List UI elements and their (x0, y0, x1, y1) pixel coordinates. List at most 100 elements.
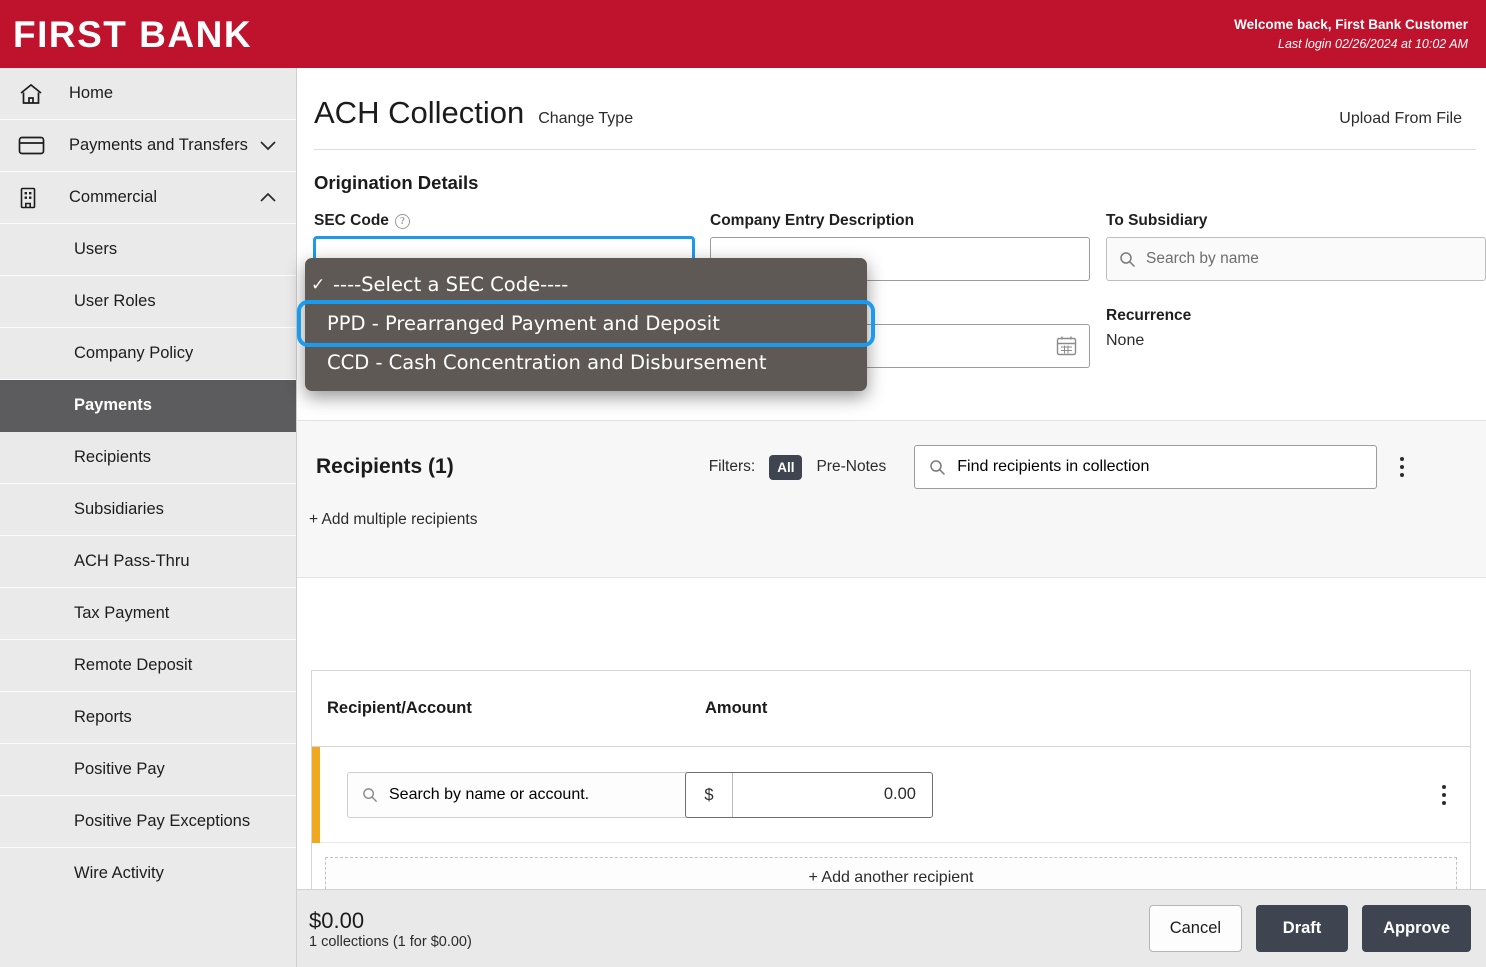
sec-code-option-placeholder[interactable]: ✓ ----Select a SEC Code---- (305, 265, 867, 304)
recipient-cell: Search by name or account. (312, 771, 689, 818)
sidebar-footer-spacer (0, 889, 297, 967)
collections-summary: 1 collections (1 for $0.00) (309, 934, 472, 951)
amount-cell: $ 0.00 (685, 771, 1085, 818)
page-header: ACH Collection Change Type Upload From F… (297, 68, 1486, 131)
bank-logo[interactable]: FIRST BANK (0, 16, 252, 53)
sidebar-item-recipients[interactable]: Recipients (0, 432, 296, 484)
sidebar-item-commercial[interactable]: Commercial (0, 172, 296, 224)
sidebar-item-remote-deposit-label: Remote Deposit (74, 656, 193, 674)
filter-prenotes[interactable]: Pre-Notes (816, 458, 886, 476)
sec-code-option-ppd[interactable]: PPD - Prearranged Payment and Deposit (297, 300, 875, 347)
search-icon (1119, 251, 1136, 268)
sidebar-item-user-roles-label: User Roles (74, 292, 156, 310)
cancel-button[interactable]: Cancel (1148, 905, 1243, 952)
sidebar-item-commercial-label: Commercial (69, 188, 158, 206)
upload-from-file-link[interactable]: Upload From File (1339, 110, 1462, 128)
currency-symbol: $ (686, 772, 733, 817)
sidebar-item-positive-pay-label: Positive Pay (74, 760, 165, 778)
recipients-overflow-menu-icon[interactable] (1396, 453, 1408, 481)
column-header-amount: Amount (705, 699, 768, 717)
row-overflow-menu-icon[interactable] (1438, 781, 1450, 809)
recurrence-value: None (1106, 332, 1145, 349)
sidebar-item-payments-label: Payments (74, 396, 152, 414)
to-subsidiary-placeholder: Search by name (1146, 250, 1259, 267)
sec-code-dropdown-popup[interactable]: ✓ ----Select a SEC Code---- PPD - Prearr… (297, 258, 875, 391)
main-content: ACH Collection Change Type Upload From F… (297, 68, 1486, 967)
sidebar-item-recipients-label: Recipients (74, 448, 152, 466)
find-recipients-placeholder: Find recipients in collection (957, 458, 1150, 475)
sidebar-item-wire-activity-label: Wire Activity (74, 864, 164, 882)
building-icon (18, 186, 54, 210)
sidebar-item-subsidiaries-label: Subsidiaries (74, 500, 164, 518)
sec-code-option-placeholder-label: ----Select a SEC Code---- (333, 273, 569, 296)
recipients-toolbar-row: Recipients (1) Filters: All Pre-Notes Fi… (297, 421, 1486, 489)
top-brand-bar: FIRST BANK Welcome back, First Bank Cust… (0, 0, 1486, 68)
sidebar-item-users[interactable]: Users (0, 224, 296, 276)
last-login-text: Last login 02/26/2024 at 10:02 AM (1278, 36, 1468, 51)
sidebar-item-reports-label: Reports (74, 708, 132, 726)
sidebar-item-tax-payment-label: Tax Payment (74, 604, 170, 622)
sidebar-item-user-roles[interactable]: User Roles (0, 276, 296, 328)
approve-button[interactable]: Approve (1362, 905, 1471, 952)
sidebar-item-ach-pass-thru[interactable]: ACH Pass-Thru (0, 536, 296, 588)
footer-buttons: Cancel Draft Approve (1148, 905, 1486, 952)
sidebar-nav: Home Payments and Transfers Commercial U… (0, 68, 297, 967)
application-window: FIRST BANK Welcome back, First Bank Cust… (0, 0, 1486, 967)
to-subsidiary-search[interactable]: Search by name (1106, 237, 1486, 281)
to-subsidiary-label: To Subsidiary (1106, 212, 1208, 229)
sec-code-label-text: SEC Code (314, 212, 389, 229)
page-title: ACH Collection (314, 95, 525, 130)
sec-code-label: SEC Code ? (314, 212, 694, 230)
find-recipients-input[interactable]: Find recipients in collection (914, 445, 1378, 489)
filter-all-chip[interactable]: All (769, 454, 803, 480)
sec-code-option-ccd-label: CCD - Cash Concentration and Disbursemen… (327, 351, 767, 374)
draft-button[interactable]: Draft (1256, 905, 1349, 952)
sidebar-item-positive-pay-exceptions[interactable]: Positive Pay Exceptions (0, 796, 296, 848)
calendar-icon[interactable] (1056, 335, 1077, 357)
recipients-toolbar: Recipients (1) Filters: All Pre-Notes Fi… (297, 420, 1486, 578)
chevron-up-icon[interactable] (260, 192, 296, 203)
chevron-down-icon[interactable] (260, 140, 296, 151)
checkmark-icon: ✓ (311, 274, 326, 295)
recipient-search-input[interactable]: Search by name or account. (347, 771, 689, 818)
action-footer: $0.00 1 collections (1 for $0.00) Cancel… (297, 889, 1486, 967)
sidebar-item-subsidiaries[interactable]: Subsidiaries (0, 484, 296, 536)
amount-value: 0.00 (883, 785, 916, 803)
sidebar-item-payments-and-transfers-label: Payments and Transfers (69, 136, 248, 154)
sidebar-item-company-policy[interactable]: Company Policy (0, 328, 296, 380)
search-icon (929, 459, 946, 476)
total-amount: $0.00 (309, 907, 365, 933)
sidebar-item-home[interactable]: Home (0, 68, 296, 120)
amount-input[interactable]: $ 0.00 (685, 771, 933, 818)
sidebar-item-users-label: Users (74, 240, 118, 258)
help-icon[interactable]: ? (394, 213, 410, 229)
table-row: Search by name or account. $ 0.00 (312, 747, 1470, 843)
sec-code-option-ppd-label: PPD - Prearranged Payment and Deposit (327, 312, 720, 335)
sidebar-item-home-label: Home (69, 84, 114, 102)
sidebar-item-company-policy-label: Company Policy (74, 344, 194, 362)
sidebar-item-positive-pay-exceptions-label: Positive Pay Exceptions (74, 812, 251, 830)
welcome-block: Welcome back, First Bank Customer Last l… (1234, 15, 1486, 53)
subsidiary-column: To Subsidiary Search by name Recurrence … (1106, 212, 1486, 368)
sidebar-item-payments-and-transfers[interactable]: Payments and Transfers (0, 120, 296, 172)
sidebar-item-tax-payment[interactable]: Tax Payment (0, 588, 296, 640)
recurrence-label: Recurrence (1106, 307, 1192, 324)
welcome-message: Welcome back, First Bank Customer (1234, 17, 1468, 33)
filters-label: Filters: (708, 458, 756, 475)
card-icon (18, 135, 54, 156)
origination-form: SEC Code ? Company Entry Description To … (297, 194, 1486, 391)
table-header-row: Recipient/Account Amount (312, 671, 1470, 747)
recipient-search-placeholder: Search by name or account. (389, 785, 590, 803)
add-multiple-recipients-link[interactable]: + Add multiple recipients (297, 489, 1486, 529)
origination-details-title: Origination Details (314, 172, 479, 193)
sidebar-item-reports[interactable]: Reports (0, 692, 296, 744)
recipients-heading: Recipients (1) (316, 455, 454, 478)
row-status-flag (312, 747, 320, 843)
footer-summary: $0.00 1 collections (1 for $0.00) (297, 907, 472, 951)
sidebar-item-payments[interactable]: Payments (0, 380, 296, 432)
sidebar-item-remote-deposit[interactable]: Remote Deposit (0, 640, 296, 692)
sec-code-option-ccd[interactable]: CCD - Cash Concentration and Disbursemen… (305, 343, 867, 382)
sidebar-item-positive-pay[interactable]: Positive Pay (0, 744, 296, 796)
company-entry-description-label: Company Entry Description (710, 212, 915, 229)
change-type-link[interactable]: Change Type (538, 110, 633, 128)
